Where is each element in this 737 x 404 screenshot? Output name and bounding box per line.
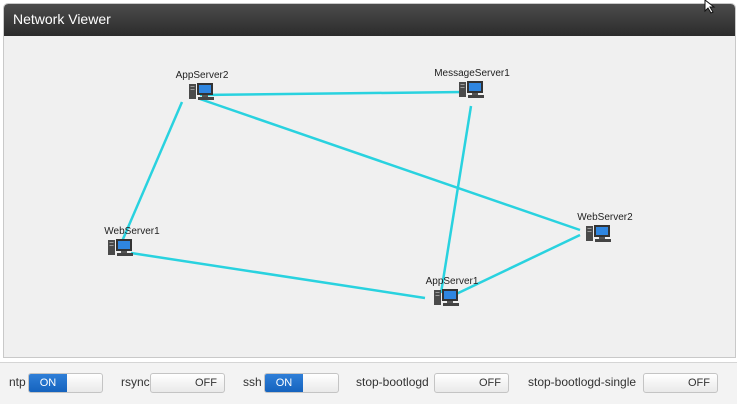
node-label-appserver1: AppServer1 <box>425 276 479 287</box>
window-title: Network Viewer <box>13 11 111 27</box>
toggle-state-ntp: ON <box>29 374 67 392</box>
node-label-webserver1: WebServer1 <box>104 226 160 237</box>
toggle-ntp[interactable]: ON <box>28 373 103 393</box>
toggle-state-rsync: OFF <box>195 377 217 389</box>
toggle-stop-bootlogd-single[interactable]: OFF <box>643 373 718 393</box>
node-appserver1[interactable]: AppServer1 <box>397 276 507 312</box>
toggle-label-stop-bootlogd: stop-bootlogd <box>356 375 429 389</box>
service-toggle-bar: ntp ON rsync OFF ssh ON stop-bootlogd OF… <box>0 362 737 404</box>
toggle-knob-stop-bootlogd <box>435 374 473 392</box>
server-computer-icon <box>459 81 484 98</box>
server-computer-icon <box>586 225 611 242</box>
node-appserver2[interactable]: AppServer2 <box>147 70 257 106</box>
toggle-knob-rsync <box>151 374 189 392</box>
server-computer-icon <box>108 239 133 256</box>
node-label-webserver2: WebServer2 <box>577 212 633 223</box>
toggle-label-ssh: ssh <box>243 375 262 389</box>
titlebar: Network Viewer <box>4 4 735 36</box>
server-computer-icon <box>189 83 214 100</box>
node-webserver2[interactable]: WebServer2 <box>550 212 660 248</box>
toggle-state-ssh: ON <box>265 374 303 392</box>
network-viewer-window: Network Viewer AppServer2 MessageServer1… <box>3 3 736 358</box>
toggle-label-rsync: rsync <box>121 375 150 389</box>
toggle-ssh[interactable]: ON <box>264 373 339 393</box>
network-edges <box>118 90 581 300</box>
node-messageserver1[interactable]: MessageServer1 <box>417 68 527 104</box>
server-computer-icon <box>434 289 459 306</box>
network-canvas[interactable]: AppServer2 MessageServer1 WebServer1 Web… <box>4 36 735 357</box>
toggle-label-ntp: ntp <box>9 375 26 389</box>
toggle-knob-stop-bootlogd-single <box>644 374 682 392</box>
toggle-label-stop-bootlogd-single: stop-bootlogd-single <box>528 375 637 389</box>
mouse-pointer-icon <box>704 0 716 14</box>
toggle-state-stop-bootlogd: OFF <box>479 377 501 389</box>
toggle-stop-bootlogd[interactable]: OFF <box>434 373 509 393</box>
edge-appserver2-webserver1 <box>118 101 184 247</box>
toggle-state-stop-bootlogd-single: OFF <box>688 377 710 389</box>
edge-messageserver1-appserver1 <box>439 105 473 294</box>
node-label-messageserver1: MessageServer1 <box>434 68 510 79</box>
node-label-appserver2: AppServer2 <box>175 70 229 81</box>
node-webserver1[interactable]: WebServer1 <box>77 226 187 262</box>
edge-appserver2-webserver2 <box>199 97 581 232</box>
toggle-rsync[interactable]: OFF <box>150 373 225 393</box>
